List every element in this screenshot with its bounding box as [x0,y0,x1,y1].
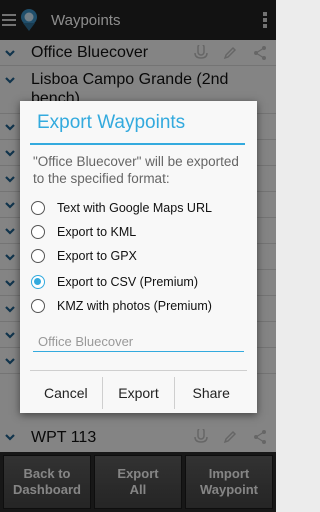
cancel-button[interactable]: Cancel [30,377,102,409]
format-option-kmz[interactable]: KMZ with photos (Premium) [31,297,212,315]
option-label: Export to KML [57,225,137,239]
dialog-message: "Office Bluecover" will be exported to t… [33,154,239,186]
export-button[interactable]: Export [103,377,175,409]
format-option-text[interactable]: Text with Google Maps URL [31,199,212,217]
format-option-gpx[interactable]: Export to GPX [31,247,137,265]
format-option-kml[interactable]: Export to KML [31,223,136,241]
format-option-csv[interactable]: Export to CSV (Premium) [31,273,198,291]
option-label: Export to CSV (Premium) [57,275,199,289]
radio-button-selected[interactable] [31,275,45,289]
option-label: Export to GPX [57,249,137,263]
button-divider [30,370,247,371]
dialog-button-row: Cancel Export Share [30,377,247,409]
dialog-title: Export Waypoints [37,112,186,133]
radio-button[interactable] [31,299,45,313]
radio-button[interactable] [31,201,45,215]
radio-button[interactable] [31,249,45,263]
title-divider [30,143,245,145]
radio-button[interactable] [31,225,45,239]
option-label: Text with Google Maps URL [57,201,212,215]
export-dialog: Export Waypoints "Office Bluecover" will… [20,101,257,413]
option-label: KMZ with photos (Premium) [57,299,212,313]
share-button[interactable]: Share [175,377,247,409]
filename-input[interactable] [33,331,244,352]
